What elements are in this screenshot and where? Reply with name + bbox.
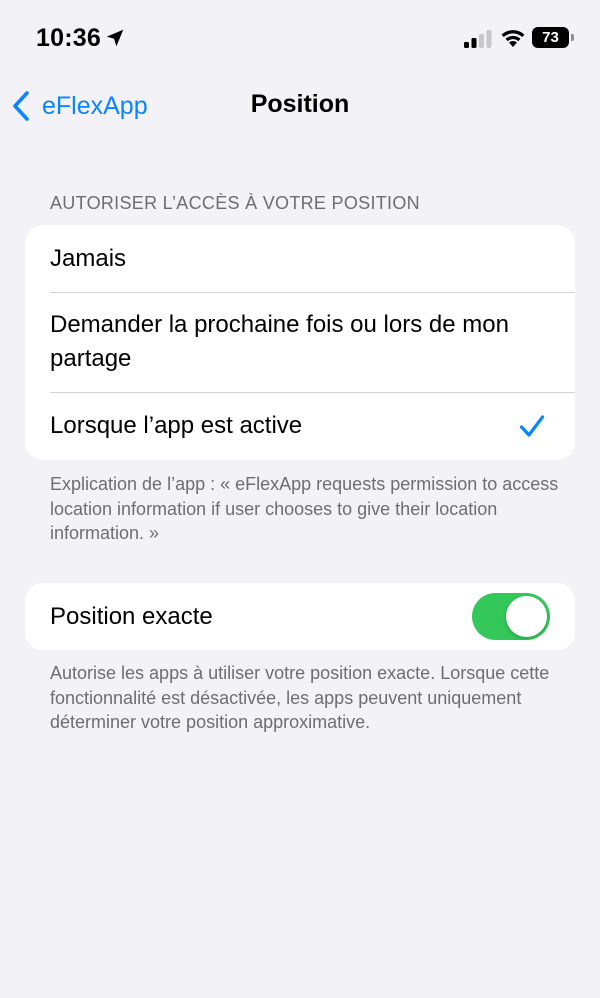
precise-location-label: Position exacte <box>50 602 213 630</box>
page-title: Position <box>250 90 350 118</box>
battery-cap <box>571 34 574 41</box>
precise-location-row: Position exacte <box>25 583 575 650</box>
section-header-location-access: AUTORISER L’ACCÈS À VOTRE POSITION <box>50 193 420 213</box>
location-arrow-icon <box>106 29 124 47</box>
option-while-using-app[interactable]: Lorsque l’app est active <box>25 392 575 460</box>
battery-level: 73 <box>542 29 559 46</box>
wifi-icon <box>501 30 525 47</box>
precise-location-description: Autorise les apps à utiliser votre posit… <box>50 663 550 732</box>
status-time: 10:36 <box>36 24 101 52</box>
toggle-knob <box>506 596 547 637</box>
precise-location-toggle[interactable] <box>472 593 550 640</box>
battery-indicator: 73 <box>532 27 569 48</box>
precise-location-group: Position exacte <box>25 583 575 650</box>
option-label: Jamais <box>50 244 127 272</box>
location-access-options: Jamais Demander la prochaine fois ou lor… <box>25 225 575 460</box>
option-label: Demander la prochaine fois ou lors de mo… <box>50 311 509 372</box>
location-settings-screen: 10:36 73 eFlexApp Position AUTORISER L’A… <box>0 0 600 998</box>
cellular-signal-icon <box>464 30 492 48</box>
checkmark-icon <box>519 415 545 437</box>
option-label: Lorsque l’app est active <box>50 412 303 439</box>
status-bar: 10:36 73 <box>0 0 600 80</box>
app-explanation-text: Explication de l’app : « eFlexApp reques… <box>50 474 559 543</box>
option-never[interactable]: Jamais <box>25 225 575 292</box>
option-ask-next-time[interactable]: Demander la prochaine fois ou lors de mo… <box>25 292 575 392</box>
